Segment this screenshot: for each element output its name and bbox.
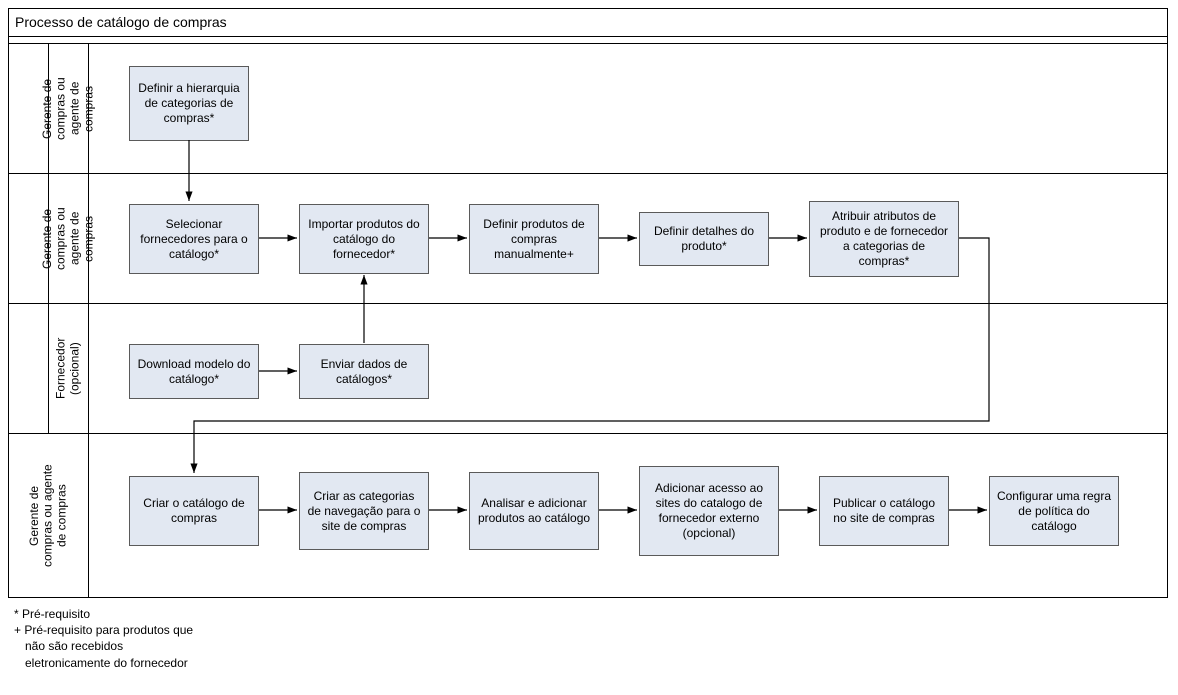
lane-2-label-text: Gerente de compras ou agente de compras bbox=[49, 174, 88, 303]
swimlane-pool: Processo de catálogo de compras Gerente … bbox=[8, 8, 1168, 598]
lane-1-label-text: Gerente de compras ou agente de compras bbox=[49, 44, 88, 173]
activity-select-suppliers: Selecionar fornecedores para o catálogo* bbox=[129, 204, 259, 274]
lane-4-body: Criar o catálogo de compras Criar as cat… bbox=[89, 434, 1167, 597]
lane-1-label-inner: Gerente de compras ou agente de compras bbox=[49, 44, 89, 173]
lane-3-label-inner: Fornecedor (opcional) bbox=[49, 304, 89, 433]
activity-create-nav-categories: Criar as categorias de navegação para o … bbox=[299, 472, 429, 550]
activity-define-hierarchy: Definir a hierarquia de categorias de co… bbox=[129, 66, 249, 141]
activity-create-catalog: Criar o catálogo de compras bbox=[129, 476, 259, 546]
footnotes: * Pré-requisito + Pré-requisito para pro… bbox=[14, 606, 195, 671]
footnote-plus: + Pré-requisito para produtos que não sã… bbox=[14, 622, 195, 671]
activity-send-catalog-data: Enviar dados de catálogos* bbox=[299, 344, 429, 399]
activity-configure-policy-rule: Configurar uma regra de política do catá… bbox=[989, 476, 1119, 546]
lane-4-label-text: Gerente de compras ou agente de compras bbox=[9, 434, 88, 597]
activity-add-external-vendor-access: Adicionar acesso ao sites do catalogo de… bbox=[639, 466, 779, 556]
activity-define-products-manually: Definir produtos de compras manualmente+ bbox=[469, 204, 599, 274]
lane-1-body: Definir a hierarquia de categorias de co… bbox=[89, 44, 1167, 173]
pool-title: Processo de catálogo de compras bbox=[9, 9, 1167, 37]
lane-4: Gerente de compras ou agente de compras … bbox=[9, 433, 1167, 597]
lane-3-body: Download modelo do catálogo* Enviar dado… bbox=[89, 304, 1167, 433]
lane-2-label-inner: Gerente de compras ou agente de compras bbox=[49, 174, 89, 303]
lane-1-label-outer-text bbox=[9, 44, 49, 173]
activity-assign-attributes: Atribuir atributos de produto e de forne… bbox=[809, 201, 959, 277]
activity-download-template: Download modelo do catálogo* bbox=[129, 344, 259, 399]
activity-review-add-products: Analisar e adicionar produtos ao catálog… bbox=[469, 472, 599, 550]
lane-3-label-text: Fornecedor (opcional) bbox=[49, 304, 88, 433]
activity-publish-catalog: Publicar o catálogo no site de compras bbox=[819, 476, 949, 546]
activity-import-products: Importar produtos do catálogo do fornece… bbox=[299, 204, 429, 274]
lane-2: Gerente de compras ou agente de compras … bbox=[9, 173, 1167, 303]
diagram-canvas: Processo de catálogo de compras Gerente … bbox=[0, 0, 1178, 695]
activity-define-product-details: Definir detalhes do produto* bbox=[639, 212, 769, 266]
lane-1: Gerente de compras ou agente de compras … bbox=[9, 43, 1167, 173]
footnote-star: * Pré-requisito bbox=[14, 606, 195, 622]
lane-4-label: Gerente de compras ou agente de compras bbox=[9, 434, 89, 597]
lane-3-label-outer bbox=[9, 304, 49, 433]
lane-3: Fornecedor (opcional) Download modelo do… bbox=[9, 303, 1167, 433]
lane-2-body: Selecionar fornecedores para o catálogo*… bbox=[89, 174, 1167, 303]
